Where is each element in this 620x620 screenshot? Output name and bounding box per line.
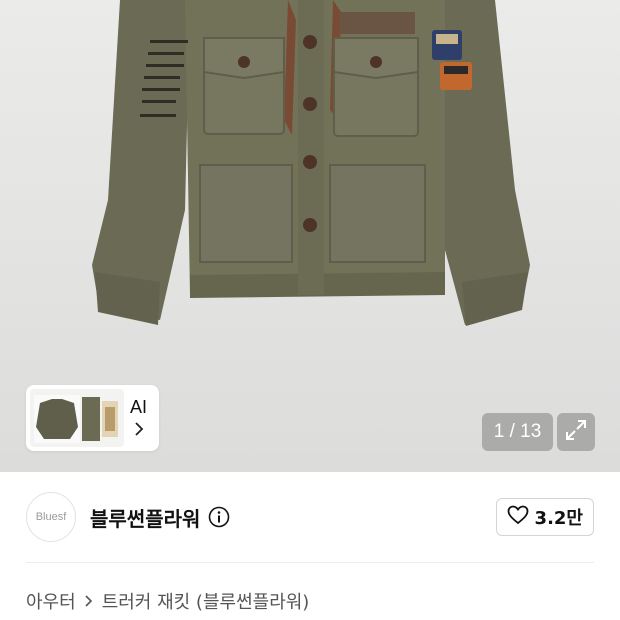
- ai-label: AI: [130, 396, 148, 417]
- info-icon[interactable]: [208, 506, 230, 528]
- breadcrumb-subcategory[interactable]: 트러커 재킷 (블루썬플라워): [102, 588, 310, 614]
- product-image[interactable]: AI 1 / 13: [0, 0, 620, 472]
- heart-icon: [507, 505, 529, 530]
- expand-button[interactable]: [557, 413, 595, 451]
- like-button[interactable]: 3.2만: [495, 498, 594, 536]
- ai-similar-thumbnails[interactable]: AI: [26, 385, 159, 451]
- chevron-right-icon: [133, 421, 145, 440]
- brand-logo-text: Bluesf: [35, 511, 67, 523]
- expand-icon: [565, 419, 587, 445]
- brand-row: Bluesf 블루썬플라워 3.2만: [0, 472, 620, 562]
- breadcrumb: 아우터 트러커 재킷 (블루썬플라워): [26, 588, 309, 614]
- brand-logo[interactable]: Bluesf: [26, 492, 76, 542]
- breadcrumb-category[interactable]: 아우터: [26, 588, 76, 614]
- divider: [26, 562, 594, 563]
- brand-name[interactable]: 블루썬플라워: [90, 503, 200, 532]
- image-counter: 1 / 13: [482, 413, 553, 451]
- thumbnail-images: [30, 389, 124, 447]
- chevron-right-icon: [84, 594, 94, 608]
- like-count: 3.2만: [534, 508, 583, 529]
